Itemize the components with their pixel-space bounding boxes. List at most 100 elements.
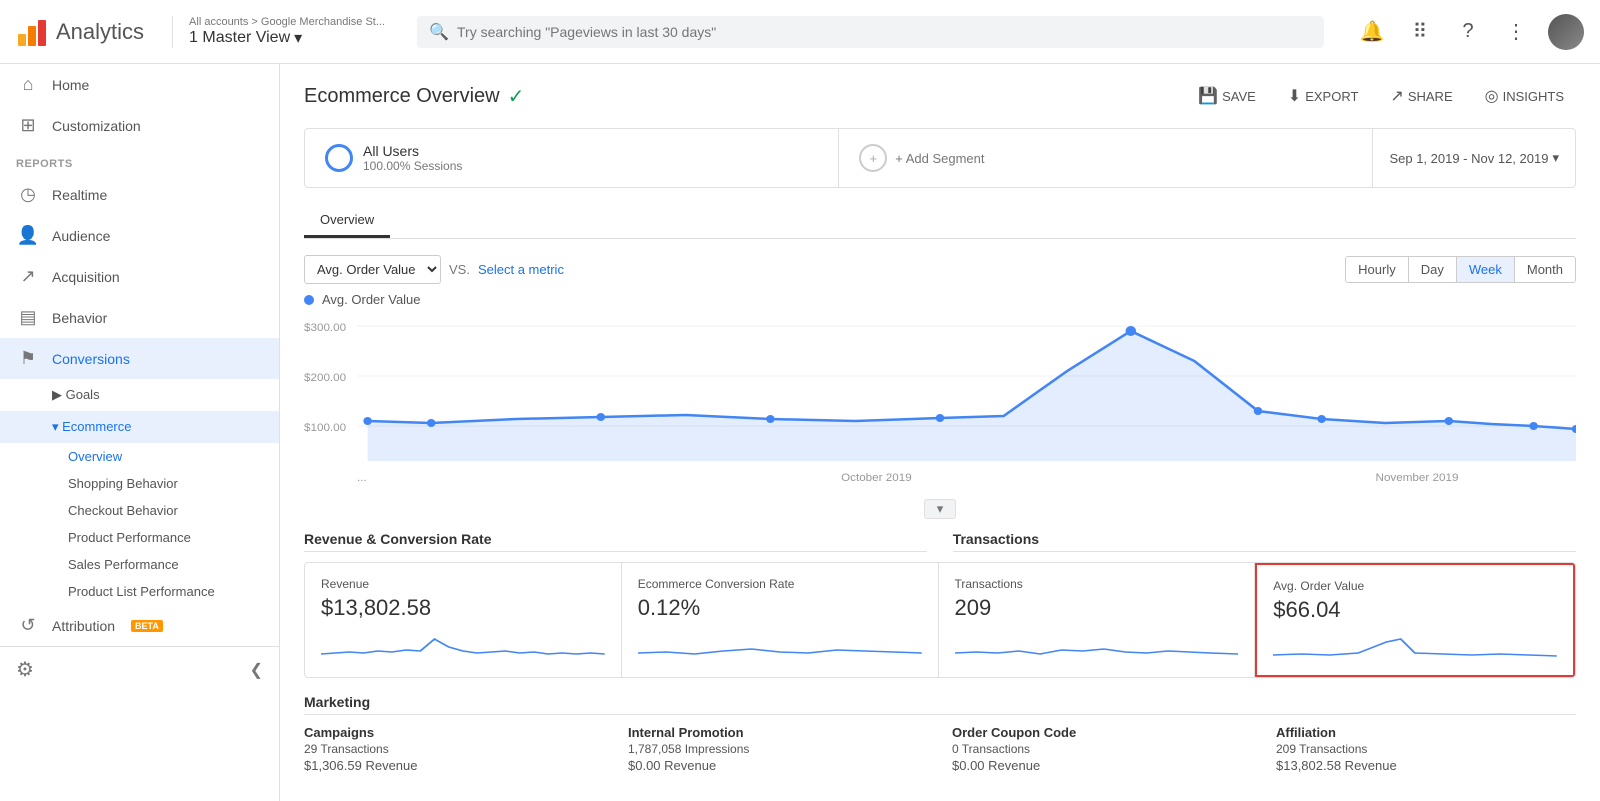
realtime-icon: ◷ [16, 184, 40, 205]
select-metric-link[interactable]: Select a metric [478, 262, 564, 277]
chart-point [363, 417, 371, 425]
segment-all-users[interactable]: All Users 100.00% Sessions [305, 129, 839, 187]
sidebar-item-acquisition[interactable]: ↗ Acquisition [0, 256, 279, 297]
attribution-label: Attribution [52, 618, 115, 634]
month-button[interactable]: Month [1515, 257, 1575, 282]
sidebar-label-audience: Audience [52, 228, 110, 244]
chart-point [766, 415, 774, 423]
day-button[interactable]: Day [1409, 257, 1457, 282]
time-period-buttons: Hourly Day Week Month [1345, 256, 1576, 283]
metrics-sections-header: Revenue & Conversion Rate Transactions [304, 531, 1576, 562]
order-coupon-sub: 0 Transactions [952, 742, 1252, 756]
sales-perf-label: Sales Performance [68, 557, 179, 572]
marketing-grid: Campaigns 29 Transactions $1,306.59 Reve… [304, 725, 1576, 773]
date-range-picker[interactable]: Sep 1, 2019 - Nov 12, 2019 ▾ [1372, 129, 1575, 187]
svg-text:$200.00: $200.00 [304, 372, 346, 384]
metric-conversion-label: Ecommerce Conversion Rate [638, 577, 922, 591]
chart-collapse-button[interactable]: ▾ [924, 499, 956, 519]
sidebar-item-attribution[interactable]: ↺ Attribution BETA [0, 605, 279, 646]
sidebar-item-audience[interactable]: 👤 Audience [0, 215, 279, 256]
order-coupon-title: Order Coupon Code [952, 725, 1252, 740]
legend-dot [304, 295, 314, 305]
sidebar-item-home[interactable]: ⌂ Home [0, 64, 279, 105]
hourly-button[interactable]: Hourly [1346, 257, 1409, 282]
audience-icon: 👤 [16, 225, 40, 246]
segments: All Users 100.00% Sessions + + Add Segme… [305, 129, 1372, 187]
account-selector[interactable]: All accounts > Google Merchandise St... … [172, 16, 385, 48]
campaigns-sub: 29 Transactions [304, 742, 604, 756]
goals-label: ▶ Goals [52, 387, 100, 402]
page-title: Ecommerce Overview ✓ [304, 84, 524, 109]
sidebar-item-sales-performance[interactable]: Sales Performance [0, 551, 279, 578]
week-button[interactable]: Week [1457, 257, 1515, 282]
content-header: Ecommerce Overview ✓ 💾 SAVE ⬇ EXPORT ↗ S… [304, 80, 1576, 112]
svg-text:...: ... [357, 472, 367, 484]
sidebar-item-shopping[interactable]: Shopping Behavior [0, 470, 279, 497]
marketing-internal-promotion: Internal Promotion 1,787,058 Impressions… [628, 725, 928, 773]
tab-overview[interactable]: Overview [304, 204, 390, 238]
metric-dropdown[interactable]: Avg. Order Value [304, 255, 441, 284]
sidebar-item-customization[interactable]: ⊞ Customization [0, 105, 279, 146]
sidebar-collapse-icon[interactable]: ❮ [250, 660, 263, 680]
sidebar-label-customization: Customization [52, 118, 141, 134]
sidebar-item-ecommerce[interactable]: ▾ Ecommerce [0, 411, 279, 443]
vs-text: VS. [449, 262, 470, 277]
sidebar-item-product-performance[interactable]: Product Performance [0, 524, 279, 551]
insights-icon: ◎ [1485, 86, 1499, 106]
verified-icon: ✓ [508, 84, 525, 109]
add-segment-button[interactable]: + + Add Segment [839, 129, 1372, 187]
sidebar-footer: ⚙ ❮ [0, 646, 279, 692]
product-perf-label: Product Performance [68, 530, 191, 545]
campaigns-title: Campaigns [304, 725, 604, 740]
segment-circle [325, 144, 353, 172]
metrics-section: Revenue & Conversion Rate Transactions R… [304, 531, 1576, 678]
notifications-icon[interactable]: 🔔 [1356, 16, 1388, 48]
segment-date-row: All Users 100.00% Sessions + + Add Segme… [304, 128, 1576, 188]
sidebar-item-product-list[interactable]: Product List Performance [0, 578, 279, 605]
tab-bar: Overview [304, 204, 1576, 239]
conversions-icon: ⚑ [16, 348, 40, 369]
avatar[interactable] [1548, 14, 1584, 50]
search-input[interactable] [417, 16, 1324, 48]
line-chart: $300.00 $200.00 $100.00 [304, 311, 1576, 491]
sidebar-label-conversions: Conversions [52, 351, 130, 367]
metric-transactions: Transactions 209 [939, 563, 1256, 677]
help-icon[interactable]: ? [1452, 16, 1484, 48]
metrics-grid: Revenue $13,802.58 Ecommerce Conversion … [304, 562, 1576, 678]
metric-revenue-value: $13,802.58 [321, 595, 605, 621]
settings-icon[interactable]: ⚙ [16, 657, 34, 682]
topbar: Analytics All accounts > Google Merchand… [0, 0, 1600, 64]
customization-icon: ⊞ [16, 115, 40, 136]
share-button[interactable]: ↗ SHARE [1378, 80, 1464, 112]
account-view: 1 Master View ▾ [189, 28, 385, 48]
save-button[interactable]: 💾 SAVE [1186, 80, 1268, 112]
add-segment-label: + Add Segment [895, 151, 984, 166]
sidebar-label-home: Home [52, 77, 89, 93]
content-area: Ecommerce Overview ✓ 💾 SAVE ⬇ EXPORT ↗ S… [280, 64, 1600, 801]
order-coupon-value: $0.00 Revenue [952, 758, 1252, 773]
acquisition-icon: ↗ [16, 266, 40, 287]
more-options-icon[interactable]: ⋮ [1500, 16, 1532, 48]
chart-line [368, 331, 1576, 429]
sidebar-label-behavior: Behavior [52, 310, 107, 326]
chart-controls: Avg. Order Value VS. Select a metric Hou… [304, 255, 1576, 284]
search-bar: 🔍 [417, 16, 1324, 48]
transactions-section-title: Transactions [953, 531, 1576, 552]
insights-button[interactable]: ◎ INSIGHTS [1473, 80, 1576, 112]
metric-conversion-sparkline [638, 629, 922, 659]
metric-transactions-label: Transactions [955, 577, 1239, 591]
sidebar-item-overview[interactable]: Overview [0, 443, 279, 470]
svg-text:November 2019: November 2019 [1376, 472, 1459, 484]
sidebar-item-behavior[interactable]: ▤ Behavior [0, 297, 279, 338]
sidebar-item-realtime[interactable]: ◷ Realtime [0, 174, 279, 215]
apps-icon[interactable]: ⠿ [1404, 16, 1436, 48]
segment-text: All Users 100.00% Sessions [363, 143, 462, 173]
marketing-section: Marketing Campaigns 29 Transactions $1,3… [304, 694, 1576, 773]
overview-label: Overview [68, 449, 122, 464]
sidebar-item-conversions[interactable]: ⚑ Conversions [0, 338, 279, 379]
topbar-actions: 🔔 ⠿ ? ⋮ [1356, 14, 1584, 50]
sidebar-item-checkout[interactable]: Checkout Behavior [0, 497, 279, 524]
product-list-label: Product List Performance [68, 584, 215, 599]
export-button[interactable]: ⬇ EXPORT [1276, 80, 1371, 112]
sidebar-item-goals[interactable]: ▶ Goals [0, 379, 279, 411]
